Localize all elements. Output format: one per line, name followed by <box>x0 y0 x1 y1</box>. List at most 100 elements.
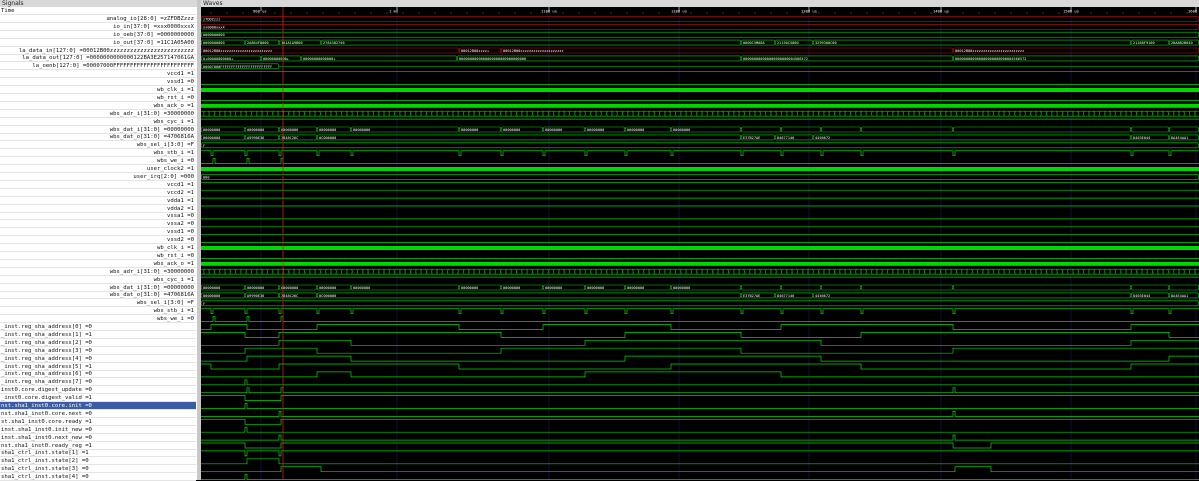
bus-transition <box>340 269 343 275</box>
bus-transition <box>897 269 900 275</box>
bus-transition <box>950 111 953 117</box>
signal-row[interactable]: _inst.reg_sha_address[6] =0 <box>0 370 196 379</box>
signal-row[interactable]: io_out[37:0] =11C1A05A00 <box>0 39 196 47</box>
bus-transition <box>875 111 878 117</box>
bus-value: 21268F9100 <box>1133 41 1155 45</box>
signal-row[interactable]: st.sha1_inst0.core.ready =1 <box>0 418 196 426</box>
signal-row[interactable]: wbs_we_i =0 <box>0 315 196 324</box>
signal-row[interactable]: wbs_sel_i[3:0] =F <box>0 141 196 150</box>
signal-row[interactable]: _inst.reg_sha_address[2] =0 <box>0 339 196 347</box>
signal-trace <box>201 474 1199 480</box>
signal-row[interactable]: sha1_ctrl_inst.state[1] =1 <box>0 449 196 458</box>
signal-row[interactable]: inst.sha1_inst0.init_new =0 <box>0 426 196 434</box>
bus-transition <box>314 111 317 117</box>
bus-transition <box>372 111 375 117</box>
bus-transition <box>1140 111 1143 117</box>
signal-row[interactable]: wbs_stb_i =1 <box>0 149 196 158</box>
signal-row[interactable]: vdda2 =1 <box>0 205 196 213</box>
signal-trace <box>201 379 1199 386</box>
signal-row[interactable]: vssa1 =0 <box>0 212 196 221</box>
signal-row[interactable]: _inst0.core.digest_valid =1 <box>0 394 196 403</box>
signal-row[interactable]: _inst.reg_sha_address[1] =1 <box>0 331 196 339</box>
bus-transition <box>907 269 910 275</box>
signal-row[interactable]: nst.sha1_inst0.core.next =0 <box>0 410 196 418</box>
bus-transition <box>621 111 624 117</box>
signal-row[interactable]: vssd2 =0 <box>0 236 196 245</box>
signal-row[interactable]: _inst.reg_sha_address[7] =0 <box>0 378 196 387</box>
signal-row[interactable]: wbs_sel_i[3:0] =F <box>0 299 196 308</box>
bus-segment <box>740 126 782 133</box>
waveform-canvas[interactable]: 900 us 1 ms 1100 us 1200 us 1300 us 1400 us 15… <box>201 7 1199 480</box>
bus-transition <box>568 111 571 117</box>
bus-transition <box>1114 111 1117 117</box>
signal-row[interactable]: user_irq[2:0] =000 <box>0 173 196 181</box>
bus-transition <box>255 269 258 275</box>
bus-transition <box>865 111 868 117</box>
bus-transition <box>838 269 841 275</box>
signal-row[interactable]: _inst.reg_sha_address[0] =0 <box>0 323 196 331</box>
signals-pane[interactable]: Signals Time analog_io[28:0] =zZFDBZzzz io… <box>0 0 198 481</box>
signal-row[interactable]: _inst.reg_sha_address[5] =1 <box>0 363 196 371</box>
signal-row[interactable]: nst.sha1_inst0.core.init =0 <box>0 402 196 410</box>
signal-row[interactable]: analog_io[28:0] =zZFDBZzzz <box>0 15 196 23</box>
signal-row[interactable]: sha1_ctrl_inst.state[2] =0 <box>0 457 196 466</box>
signal-row[interactable]: wbs_we_i =0 <box>0 157 196 166</box>
bus-transition <box>557 269 560 275</box>
signal-row[interactable]: _inst.reg_sha_address[4] =0 <box>0 355 196 363</box>
ruler-label: 1400 us <box>933 9 949 14</box>
waves-pane[interactable]: Waves 900 us 1 ms 1100 us 1200 us 1300 us 140… <box>201 0 1199 480</box>
signal-row[interactable]: la_data_in[127:0] =00012B00zzzzzzzzzzzzz… <box>0 47 196 55</box>
signal-row[interactable]: _inst.reg_sha_address[3] =0 <box>0 347 196 355</box>
bus-value: E37B27AE <box>743 294 760 298</box>
bus-transition <box>722 269 725 275</box>
bus-transition <box>817 269 820 275</box>
bus-transition <box>950 269 953 275</box>
signal-row[interactable]: vccd2 =1 <box>0 189 196 197</box>
signal-row[interactable]: io_oeb[37:0] =0000000000 <box>0 31 196 39</box>
signal-row[interactable]: vdda1 =1 <box>0 197 196 205</box>
signal-row[interactable]: wbs_adr_i[31:0] =30000000 <box>0 110 196 118</box>
signal-row[interactable]: wbs_stb_i =1 <box>0 307 196 316</box>
bus-transition <box>414 269 417 275</box>
bus-transition <box>987 269 990 275</box>
signal-row[interactable]: wb_rst_i =0 <box>0 94 196 102</box>
bus-transition <box>1103 269 1106 275</box>
signal-row[interactable]: wb_rst_i =0 <box>0 252 196 260</box>
signal-row[interactable]: wbs_dat_o[31:0] =4706816A <box>0 133 196 142</box>
signal-row[interactable]: wbs_adr_i[31:0] =30000000 <box>0 268 196 276</box>
signal-row[interactable]: io_in[37:0] =xxx0000xxxX <box>0 23 196 31</box>
signal-row[interactable]: inst.sha1_inst0.next_new =0 <box>0 434 196 442</box>
signal-row[interactable]: wbs_cyc_i =1 <box>0 276 196 284</box>
bus-transition <box>1114 269 1117 275</box>
signal-row[interactable]: user_clock2 =1 <box>0 165 196 173</box>
signal-row[interactable]: wb_clk_i =1 <box>0 244 196 252</box>
signal-row[interactable]: la_oenb[127:0] =00007000FFFFFFFFFFFFFFFF… <box>0 62 196 71</box>
bus-transition <box>870 111 873 117</box>
signal-row[interactable]: wbs_dat_i[31:0] =00000000 <box>0 126 196 134</box>
signal-trace <box>201 158 1199 164</box>
signal-row[interactable]: vssd1 =0 <box>0 228 196 237</box>
bus-segment <box>812 134 1132 141</box>
bus-transition <box>292 269 295 275</box>
bus-transition <box>436 269 438 275</box>
bus-transition <box>860 269 862 275</box>
signal-row[interactable]: wbs_cyc_i =1 <box>0 118 196 126</box>
time-row[interactable]: Time <box>0 7 196 15</box>
signal-row[interactable]: vccd1 =1 <box>0 70 196 79</box>
signal-row[interactable]: vccd1 =1 <box>0 181 196 189</box>
bus-transition <box>1193 269 1196 275</box>
signal-row[interactable]: wbs_dat_i[31:0] =00000000 <box>0 284 196 292</box>
bus-transition <box>738 269 741 275</box>
signal-row[interactable]: la_data_out[127:0] =0000000000000122BA3E… <box>0 54 196 63</box>
signal-row[interactable]: wbs_ack_o =1 <box>0 102 196 110</box>
bus-value: 00000000 <box>319 128 336 132</box>
signal-row[interactable]: wbs_dat_o[31:0] =4706816A <box>0 291 196 300</box>
signal-row[interactable]: inst0.core.digest_update =0 <box>0 386 196 395</box>
signal-row[interactable]: wb_clk_i =1 <box>0 86 196 94</box>
signal-row[interactable]: nst.sha1_inst0.ready_reg =1 <box>0 442 196 450</box>
signal-row[interactable]: wbs_ack_o =1 <box>0 260 196 268</box>
signal-row[interactable]: sha1_ctrl_inst.state[3] =0 <box>0 465 196 474</box>
signal-row[interactable]: vssa2 =0 <box>0 220 196 229</box>
bus-transition <box>441 269 444 275</box>
signal-row[interactable]: vssd1 =0 <box>0 78 196 87</box>
